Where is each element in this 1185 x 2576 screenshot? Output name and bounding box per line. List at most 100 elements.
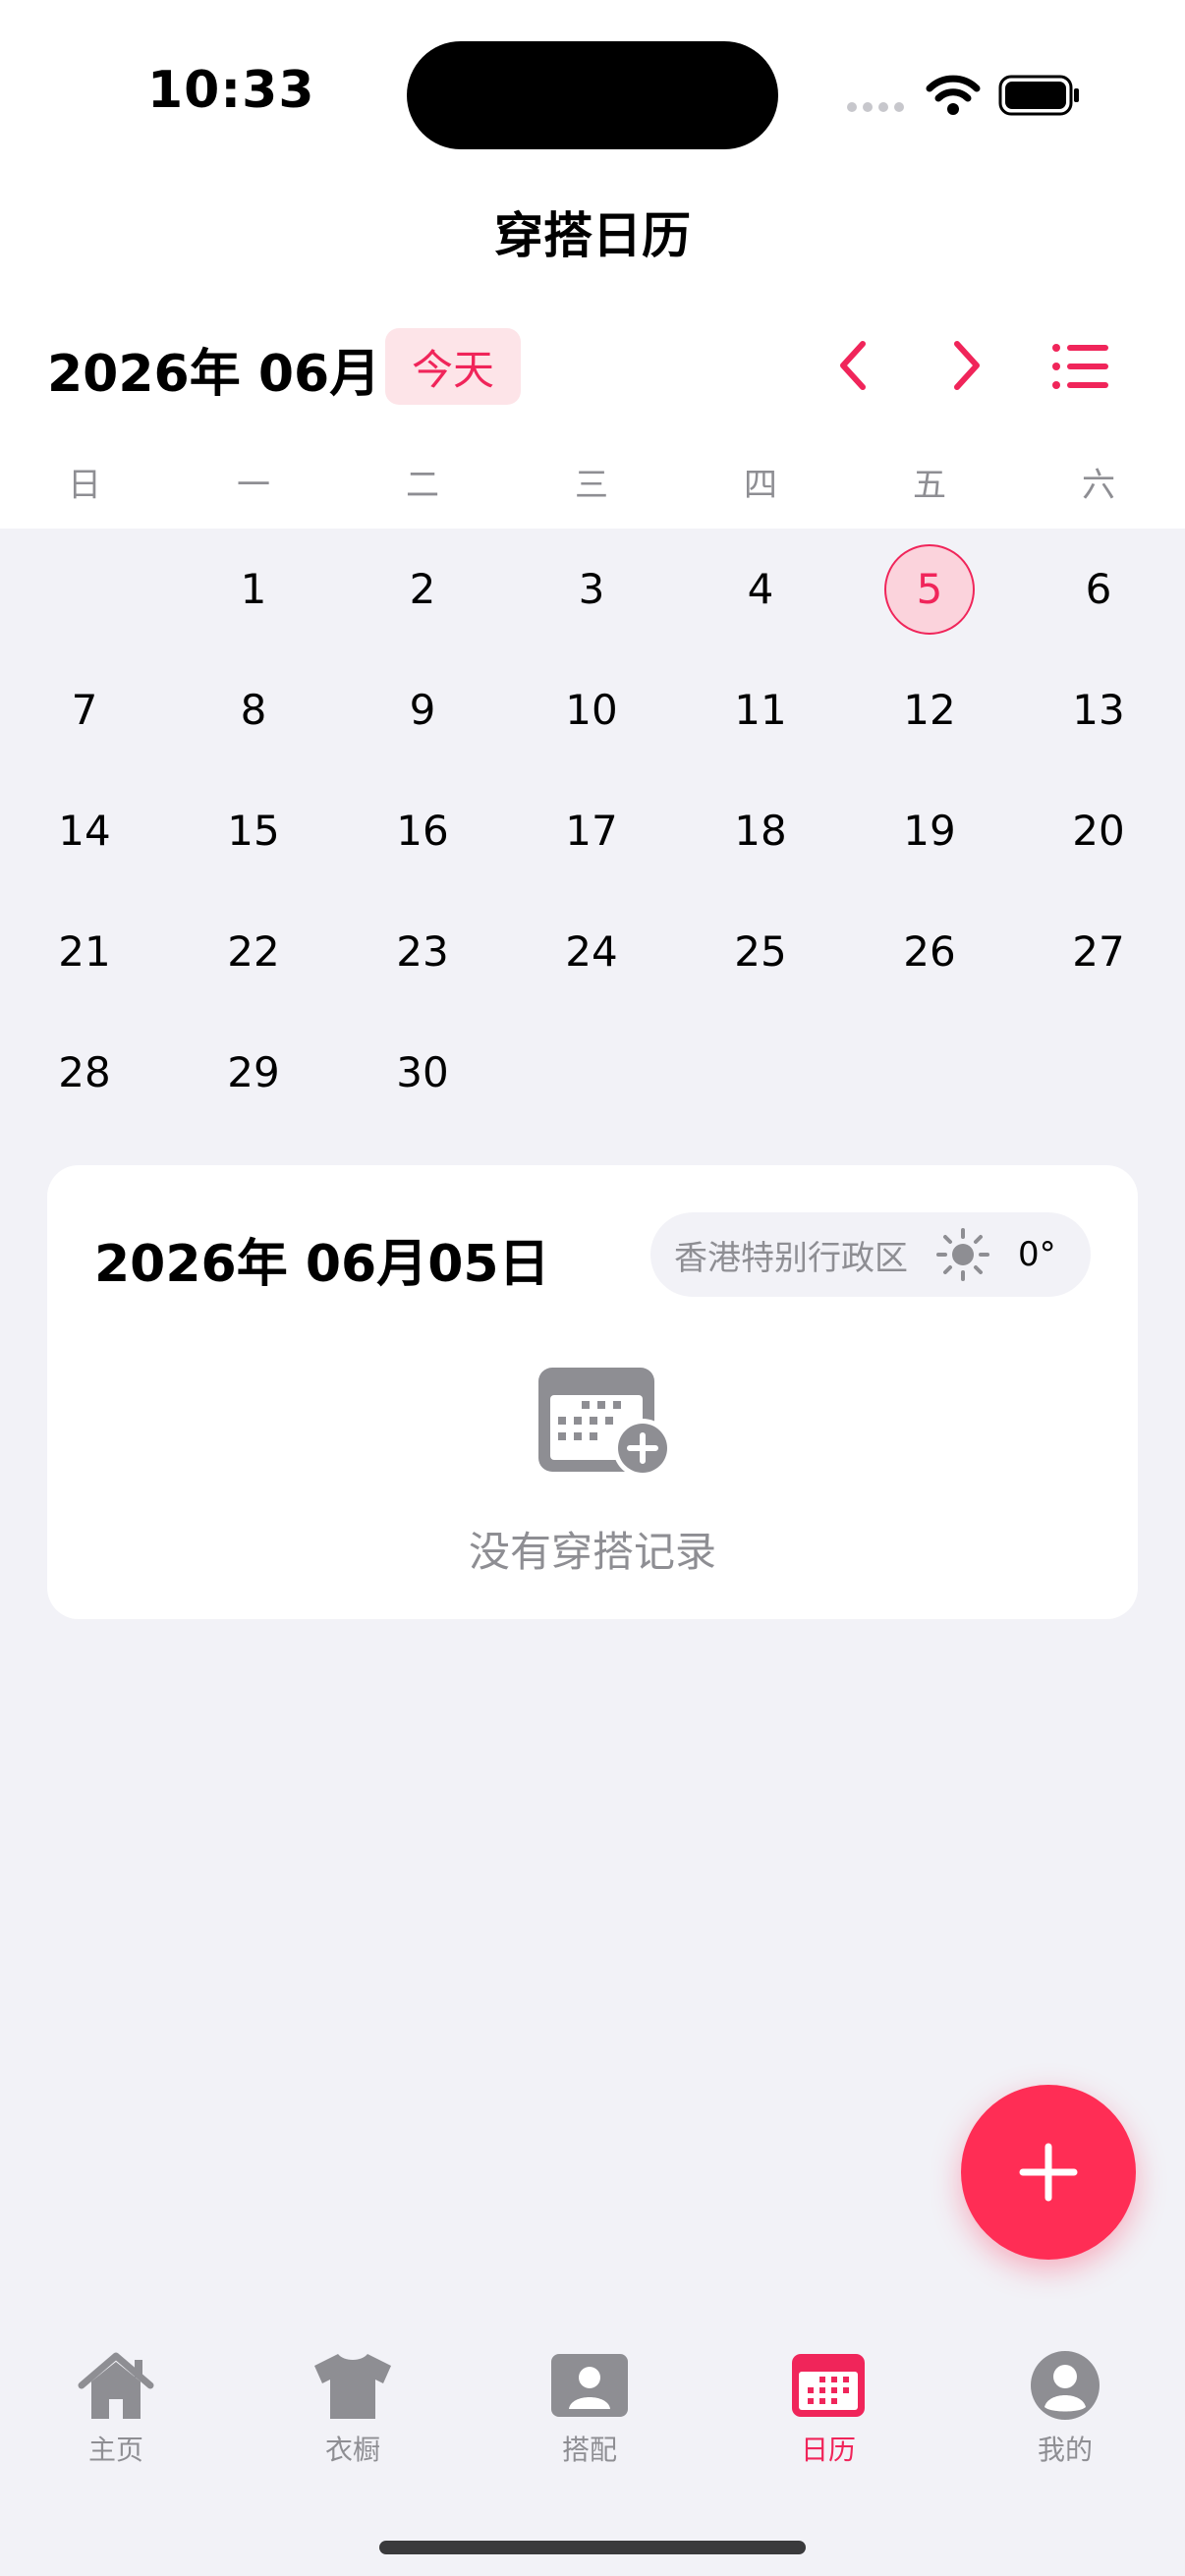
calendar-day[interactable]: 26 xyxy=(845,891,1014,1012)
home-indicator xyxy=(379,2541,806,2554)
calendar-day-number: 8 xyxy=(240,686,267,734)
calendar-day-number: 3 xyxy=(578,565,605,613)
calendar-day-number: 29 xyxy=(227,1048,280,1096)
calendar-day[interactable]: 21 xyxy=(0,891,169,1012)
calendar-day[interactable]: 5 xyxy=(845,529,1014,649)
calendar-day[interactable]: 2 xyxy=(338,529,507,649)
tab-label: 我的 xyxy=(1037,2434,1093,2466)
calendar-day-number: 19 xyxy=(903,807,956,855)
tab-bar: 主页 衣橱 搭配 日历 我的 xyxy=(0,2299,1185,2576)
calendar-day[interactable]: 24 xyxy=(507,891,676,1012)
person-circle-icon xyxy=(1031,2351,1100,2420)
tab-profile[interactable]: 我的 xyxy=(967,2348,1163,2468)
calendar-day-number: 24 xyxy=(565,927,618,976)
sun-icon xyxy=(936,1228,989,1281)
calendar-day-number: 17 xyxy=(565,807,618,855)
list-icon[interactable] xyxy=(1051,340,1110,393)
weekday-sun: 日 xyxy=(68,466,101,505)
calendar-day-number: 13 xyxy=(1072,686,1125,734)
day-detail-card: 2026年 06月05日 香港特别行政区 0° 没有穿搭记录 xyxy=(47,1165,1138,1619)
calendar-day-number: 9 xyxy=(409,686,436,734)
selected-date-label: 2026年 06月05日 xyxy=(94,1235,550,1294)
calendar-day-number: 2 xyxy=(409,565,436,613)
weekday-fri: 五 xyxy=(913,466,946,505)
calendar-day[interactable]: 17 xyxy=(507,770,676,891)
weekday-sat: 六 xyxy=(1082,466,1115,505)
calendar-day[interactable]: 27 xyxy=(1014,891,1183,1012)
calendar-day-number: 15 xyxy=(227,807,280,855)
tab-calendar[interactable]: 日历 xyxy=(730,2348,927,2468)
calendar-day-number: 5 xyxy=(884,543,975,635)
calendar-day[interactable]: 9 xyxy=(338,649,507,770)
calendar-day-number: 26 xyxy=(903,927,956,976)
month-label: 2026年 06月 xyxy=(47,345,381,404)
battery-icon xyxy=(998,75,1079,116)
tab-outfits[interactable]: 搭配 xyxy=(491,2348,688,2468)
calendar-day-number: 23 xyxy=(396,927,449,976)
calendar-day-number: 10 xyxy=(565,686,618,734)
cellular-signal-icon xyxy=(847,102,904,112)
calendar-day-number: 20 xyxy=(1072,807,1125,855)
calendar-day-number: 6 xyxy=(1085,565,1112,613)
plus-icon xyxy=(1019,2143,1078,2202)
calendar-day[interactable]: 7 xyxy=(0,649,169,770)
tab-label: 搭配 xyxy=(561,2434,617,2466)
empty-state-text: 没有穿搭记录 xyxy=(468,1528,716,1576)
weekday-header: 日 一 二 三 四 五 六 xyxy=(0,458,1185,507)
calendar-day-number: 7 xyxy=(71,686,98,734)
calendar-day-number: 21 xyxy=(58,927,111,976)
weekday-wed: 三 xyxy=(575,466,608,505)
calendar-day-number: 22 xyxy=(227,927,280,976)
calendar-day[interactable]: 10 xyxy=(507,649,676,770)
calendar-day[interactable]: 13 xyxy=(1014,649,1183,770)
weather-pill[interactable]: 香港特别行政区 0° xyxy=(650,1212,1091,1297)
calendar-day-number: 16 xyxy=(396,807,449,855)
calendar-day-number: 27 xyxy=(1072,927,1125,976)
chevron-left-icon[interactable] xyxy=(829,334,876,397)
calendar-day-number: 18 xyxy=(734,807,787,855)
calendar-day[interactable]: 22 xyxy=(169,891,338,1012)
tshirt-icon xyxy=(314,2354,391,2419)
calendar-day[interactable]: 18 xyxy=(676,770,845,891)
house-icon xyxy=(78,2352,154,2419)
tab-label: 主页 xyxy=(87,2434,143,2466)
calendar-grid: 1 2 3 4 5 6 7 8 9 10 11 12 13 14 15 16 17 18 19 20 21 22 23 24 2… xyxy=(0,529,1185,1118)
calendar-day[interactable]: 16 xyxy=(338,770,507,891)
calendar-day[interactable]: 23 xyxy=(338,891,507,1012)
calendar-day[interactable]: 30 xyxy=(338,1012,507,1133)
calendar-day[interactable]: 25 xyxy=(676,891,845,1012)
today-button[interactable]: 今天 xyxy=(385,328,521,405)
person-card-icon xyxy=(551,2354,628,2417)
dynamic-island xyxy=(407,41,778,149)
status-time: 10:33 xyxy=(147,61,315,120)
calendar-day-number: 1 xyxy=(240,565,267,613)
calendar-day[interactable]: 14 xyxy=(0,770,169,891)
calendar-day-number: 30 xyxy=(396,1048,449,1096)
calendar-day[interactable]: 28 xyxy=(0,1012,169,1133)
weather-location: 香港特别行政区 xyxy=(674,1238,908,1278)
tab-label: 日历 xyxy=(800,2434,856,2466)
calendar-day[interactable]: 11 xyxy=(676,649,845,770)
chevron-right-icon[interactable] xyxy=(943,334,990,397)
calendar-day[interactable]: 8 xyxy=(169,649,338,770)
calendar-day-number: 14 xyxy=(58,807,111,855)
tab-home[interactable]: 主页 xyxy=(18,2348,214,2468)
calendar-day[interactable]: 6 xyxy=(1014,529,1183,649)
calendar-day-number: 11 xyxy=(734,686,787,734)
calendar-day[interactable]: 29 xyxy=(169,1012,338,1133)
calendar-day[interactable]: 12 xyxy=(845,649,1014,770)
calendar-day[interactable]: 19 xyxy=(845,770,1014,891)
calendar-day-number: 4 xyxy=(747,565,774,613)
calendar-day[interactable]: 20 xyxy=(1014,770,1183,891)
weekday-thu: 四 xyxy=(744,466,777,505)
add-outfit-button[interactable] xyxy=(961,2085,1136,2260)
calendar-day[interactable]: 1 xyxy=(169,529,338,649)
calendar-day[interactable]: 15 xyxy=(169,770,338,891)
weekday-tue: 二 xyxy=(406,466,439,505)
calendar-day[interactable]: 3 xyxy=(507,529,676,649)
calendar-day[interactable]: 4 xyxy=(676,529,845,649)
tab-wardrobe[interactable]: 衣橱 xyxy=(254,2348,451,2468)
calendar-add-icon[interactable] xyxy=(533,1362,680,1480)
wifi-icon xyxy=(926,75,981,115)
weekday-mon: 一 xyxy=(237,466,270,505)
